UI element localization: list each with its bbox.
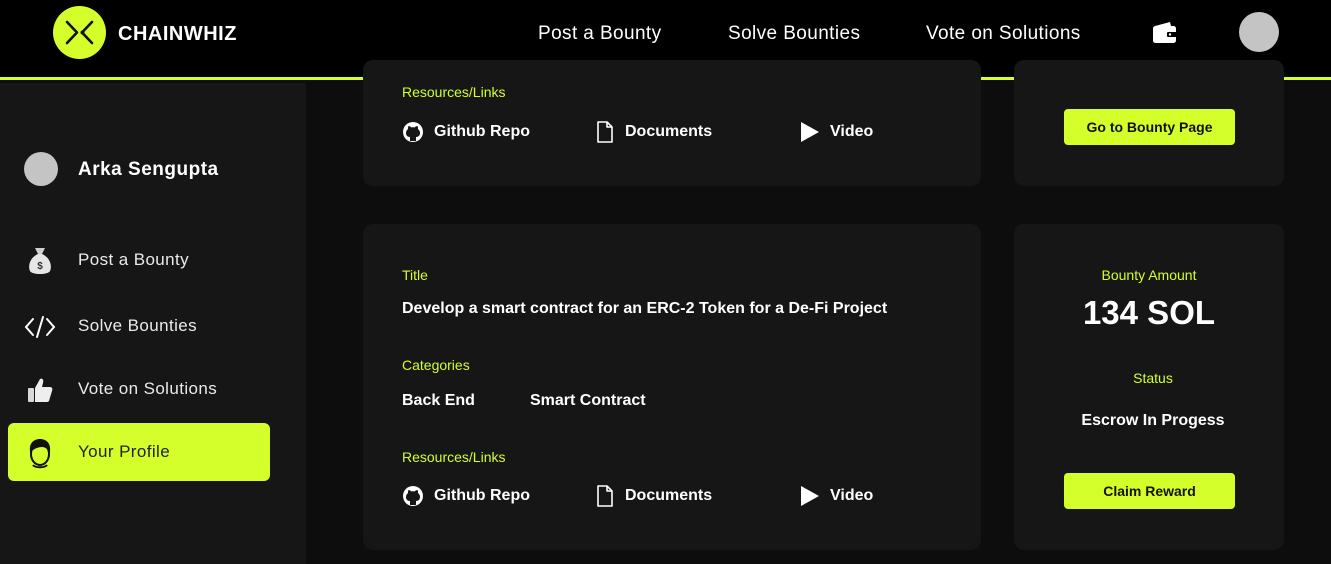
sidebar-item-label: Your Profile [78, 442, 171, 461]
profile-name: Arka Sengupta [78, 159, 219, 180]
document-icon [597, 121, 613, 143]
category-tag: Back End [402, 392, 475, 409]
brand-name[interactable]: CHAINWHIZ [118, 23, 237, 46]
resources-label: Resources/Links [402, 449, 506, 465]
wallet-icon[interactable] [1152, 21, 1177, 44]
documents-label: Documents [625, 123, 713, 140]
status-label: Status [1133, 370, 1173, 386]
nav-post-bounty[interactable]: Post a Bounty [538, 23, 662, 45]
logo-icon[interactable] [53, 6, 106, 59]
categories-label: Categories [402, 357, 470, 373]
video-label: Video [830, 123, 874, 140]
sidebar: Arka Sengupta $ Post a Bounty Solve Boun… [0, 83, 306, 564]
documents-label: Documents [625, 487, 713, 504]
github-repo-label: Github Repo [434, 487, 530, 504]
github-icon [403, 486, 423, 506]
sidebar-item-label: Vote on Solutions [78, 379, 218, 398]
sidebar-item-post-bounty[interactable]: $ Post a Bounty [8, 231, 270, 289]
claim-reward-button[interactable]: Claim Reward [1064, 473, 1235, 509]
documents-link[interactable]: Documents [595, 121, 712, 143]
money-bag-icon: $ [24, 245, 56, 277]
user-avatar[interactable] [1239, 12, 1279, 52]
go-to-bounty-page-button[interactable]: Go to Bounty Page [1064, 109, 1235, 145]
github-repo-label: Github Repo [434, 123, 530, 140]
sidebar-item-solve-bounties[interactable]: Solve Bounties [8, 297, 270, 355]
github-icon [403, 122, 423, 142]
bounty-amount: 134 SOL [1082, 294, 1216, 331]
play-icon [801, 486, 819, 506]
sidebar-item-your-profile[interactable]: Your Profile [8, 423, 270, 481]
bounty-side-card: Bounty Amount 134 SOL Status Escrow In P… [1014, 224, 1284, 550]
bounty-card-previous: Resources/Links Github Repo Documents Vi… [363, 60, 981, 186]
person-icon [24, 437, 56, 469]
video-label: Video [830, 487, 874, 504]
video-link[interactable]: Video [800, 121, 873, 143]
profile-avatar [24, 152, 58, 186]
github-repo-link[interactable]: Github Repo [402, 121, 530, 143]
nav-vote-solutions[interactable]: Vote on Solutions [926, 23, 1081, 45]
nav-solve-bounties[interactable]: Solve Bounties [728, 23, 860, 45]
category-tag: Smart Contract [530, 392, 646, 409]
documents-link[interactable]: Documents [595, 485, 712, 507]
bounty-side-card-previous: Go to Bounty Page [1014, 60, 1284, 186]
status-value: Escrow In Progess [1081, 412, 1225, 429]
bounty-card: Title Develop a smart contract for an ER… [363, 224, 981, 550]
bounty-title: Develop a smart contract for an ERC-2 To… [402, 300, 888, 317]
svg-text:$: $ [37, 261, 43, 272]
play-icon [801, 122, 819, 142]
code-icon [24, 311, 56, 343]
resources-label: Resources/Links [402, 84, 506, 100]
sidebar-item-vote-solutions[interactable]: Vote on Solutions [8, 360, 270, 418]
github-repo-link[interactable]: Github Repo [402, 485, 530, 507]
title-label: Title [402, 267, 428, 283]
video-link[interactable]: Video [800, 485, 873, 507]
bounty-amount-label: Bounty Amount [1101, 267, 1197, 283]
document-icon [597, 485, 613, 507]
sidebar-item-label: Solve Bounties [78, 316, 198, 335]
sidebar-item-label: Post a Bounty [78, 250, 190, 269]
thumbs-up-icon [24, 374, 56, 406]
